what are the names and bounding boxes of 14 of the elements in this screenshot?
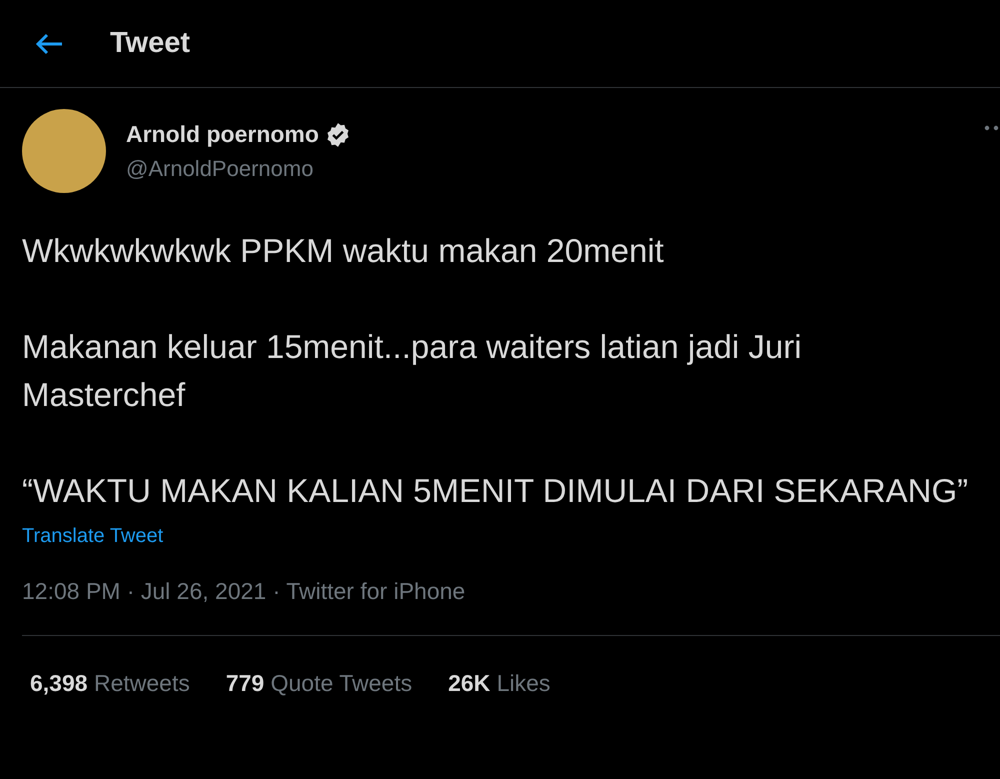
more-dots-icon (984, 123, 1000, 133)
page-title: Tweet (110, 27, 190, 60)
translate-link[interactable]: Translate Tweet (22, 525, 164, 548)
more-button[interactable] (984, 123, 1000, 133)
tweet-text: Makanan keluar 15menit...para waiters latian jadi Juri Masterchef (22, 327, 803, 415)
stat-link[interactable]: 6,398 Retweets (30, 670, 190, 697)
tweet-text: “WAKTU MAKAN KALIAN 5MENIT DIMULAI DARI SEKARANG” (22, 471, 970, 511)
tweet-text: Wkwkwkwkwk PPKM waktu makan 20menit (22, 231, 665, 271)
tweet-timestamp: 12:08 PM · Jul 26, 2021 · Twitter for iPhone (22, 578, 466, 605)
back-arrow-icon (34, 32, 64, 56)
stat-link[interactable]: 26K Likes (448, 670, 550, 697)
author-handle: @ArnoldPoernomo (126, 156, 314, 182)
author-name[interactable]: Arnold poernomo (126, 121, 319, 148)
stat-link[interactable]: 779 Quote Tweets (226, 670, 412, 697)
